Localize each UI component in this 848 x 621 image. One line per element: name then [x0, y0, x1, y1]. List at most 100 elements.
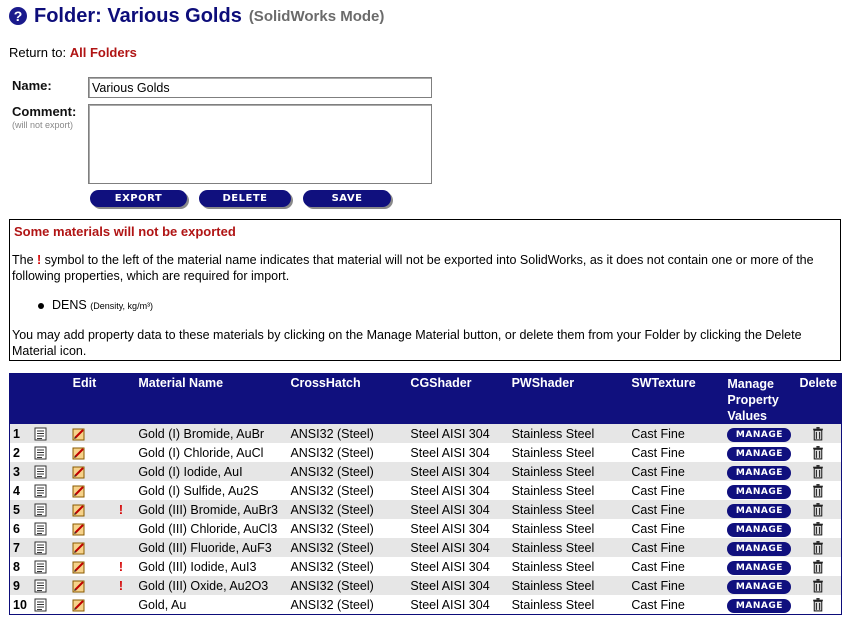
edit-pencil-icon[interactable]	[72, 598, 85, 612]
delete-trash-icon[interactable]	[811, 578, 825, 593]
manage-cell: MANAGE	[723, 519, 796, 538]
export-folder-button[interactable]: EXPORT FOLDER	[90, 190, 187, 221]
view-details-icon[interactable]	[34, 484, 47, 498]
bullet-icon	[38, 302, 44, 309]
material-name: Gold (I) Iodide, AuI	[134, 462, 287, 481]
comment-field[interactable]	[88, 104, 432, 184]
table-row: 7 Gold (III) Fluoride, AuF3 ANSI32 (Stee…	[9, 538, 842, 557]
table-row: 8 ! Gold (III) Iodide, AuI3 ANSI32 (Stee…	[9, 557, 842, 576]
manage-button[interactable]: MANAGE	[727, 560, 792, 575]
view-cell	[31, 424, 70, 443]
delete-folder-button[interactable]: DELETE FOLDER	[199, 190, 291, 221]
manage-button[interactable]: MANAGE	[727, 446, 792, 461]
material-name: Gold (III) Oxide, Au2O3	[134, 576, 287, 595]
edit-pencil-icon[interactable]	[72, 560, 85, 574]
delete-trash-icon[interactable]	[811, 483, 825, 498]
manage-button[interactable]: MANAGE	[727, 541, 792, 556]
row-number: 7	[9, 538, 32, 557]
export-flag-cell	[107, 595, 135, 615]
edit-cell	[69, 595, 108, 615]
edit-pencil-icon[interactable]	[72, 484, 85, 498]
edit-cell	[69, 424, 108, 443]
required-property-item: DENS (Density, kg/m³)	[38, 298, 153, 312]
header-pwshader: PWShader	[507, 373, 628, 424]
delete-cell	[795, 443, 842, 462]
pwshader-value: Stainless Steel	[507, 538, 628, 557]
property-code: DENS	[52, 298, 87, 312]
export-flag-cell	[107, 443, 135, 462]
export-flag-cell	[107, 519, 135, 538]
edit-pencil-icon[interactable]	[72, 579, 85, 593]
delete-trash-icon[interactable]	[811, 445, 825, 460]
delete-trash-icon[interactable]	[811, 502, 825, 517]
view-details-icon[interactable]	[34, 522, 47, 536]
page-title: Folder: Various Golds	[34, 4, 242, 27]
cgshader-value: Steel AISI 304	[406, 500, 508, 519]
material-name: Gold (III) Iodide, AuI3	[134, 557, 287, 576]
delete-cell	[795, 481, 842, 500]
manage-button[interactable]: MANAGE	[727, 465, 792, 480]
edit-cell	[69, 500, 108, 519]
cgshader-value: Steel AISI 304	[406, 462, 508, 481]
manage-button[interactable]: MANAGE	[727, 427, 792, 442]
comment-note: (will not export)	[12, 120, 74, 130]
help-icon[interactable]: ?	[9, 7, 27, 25]
edit-pencil-icon[interactable]	[72, 446, 85, 460]
delete-trash-icon[interactable]	[811, 464, 825, 479]
manage-cell: MANAGE	[723, 595, 796, 615]
view-details-icon[interactable]	[34, 560, 47, 574]
all-folders-link[interactable]: All Folders	[70, 45, 137, 60]
manage-button[interactable]: MANAGE	[727, 522, 792, 537]
edit-pencil-icon[interactable]	[72, 427, 85, 441]
delete-trash-icon[interactable]	[811, 521, 825, 536]
header-swtexture: SWTexture	[627, 373, 724, 424]
view-cell	[31, 481, 70, 500]
swtexture-value: Cast Fine	[627, 519, 724, 538]
row-number: 6	[9, 519, 32, 538]
view-details-icon[interactable]	[34, 541, 47, 555]
manage-button[interactable]: MANAGE	[727, 484, 792, 499]
delete-trash-icon[interactable]	[811, 426, 825, 441]
view-details-icon[interactable]	[34, 446, 47, 460]
view-details-icon[interactable]	[34, 503, 47, 517]
material-name: Gold, Au	[134, 595, 287, 615]
header-edit: Edit	[31, 373, 135, 424]
manage-button[interactable]: MANAGE	[727, 503, 792, 518]
view-cell	[31, 557, 70, 576]
crosshatch-value: ANSI32 (Steel)	[286, 500, 407, 519]
edit-pencil-icon[interactable]	[72, 541, 85, 555]
material-name: Gold (III) Chloride, AuCl3	[134, 519, 287, 538]
save-changes-button[interactable]: SAVE CHANGES	[303, 190, 391, 221]
pwshader-value: Stainless Steel	[507, 462, 628, 481]
delete-trash-icon[interactable]	[811, 597, 825, 612]
delete-trash-icon[interactable]	[811, 540, 825, 555]
pwshader-value: Stainless Steel	[507, 500, 628, 519]
manage-button[interactable]: MANAGE	[727, 579, 792, 594]
view-details-icon[interactable]	[34, 465, 47, 479]
name-field[interactable]	[88, 77, 432, 98]
header-crosshatch: CrossHatch	[286, 373, 407, 424]
manage-button[interactable]: MANAGE	[727, 598, 792, 613]
crosshatch-value: ANSI32 (Steel)	[286, 462, 407, 481]
cgshader-value: Steel AISI 304	[406, 424, 508, 443]
comment-label: Comment:	[12, 104, 77, 119]
table-row: 2 Gold (I) Chloride, AuCl ANSI32 (Steel)…	[9, 443, 842, 462]
delete-trash-icon[interactable]	[811, 559, 825, 574]
manage-cell: MANAGE	[723, 424, 796, 443]
table-row: 4 Gold (I) Sulfide, Au2S ANSI32 (Steel) …	[9, 481, 842, 500]
delete-cell	[795, 576, 842, 595]
edit-cell	[69, 557, 108, 576]
delete-cell	[795, 538, 842, 557]
view-details-icon[interactable]	[34, 579, 47, 593]
material-name: Gold (I) Sulfide, Au2S	[134, 481, 287, 500]
swtexture-value: Cast Fine	[627, 443, 724, 462]
edit-pencil-icon[interactable]	[72, 522, 85, 536]
view-details-icon[interactable]	[34, 427, 47, 441]
view-details-icon[interactable]	[34, 598, 47, 612]
pwshader-value: Stainless Steel	[507, 424, 628, 443]
delete-cell	[795, 557, 842, 576]
edit-pencil-icon[interactable]	[72, 503, 85, 517]
export-flag-cell: !	[107, 500, 135, 519]
edit-pencil-icon[interactable]	[72, 465, 85, 479]
delete-cell	[795, 595, 842, 615]
